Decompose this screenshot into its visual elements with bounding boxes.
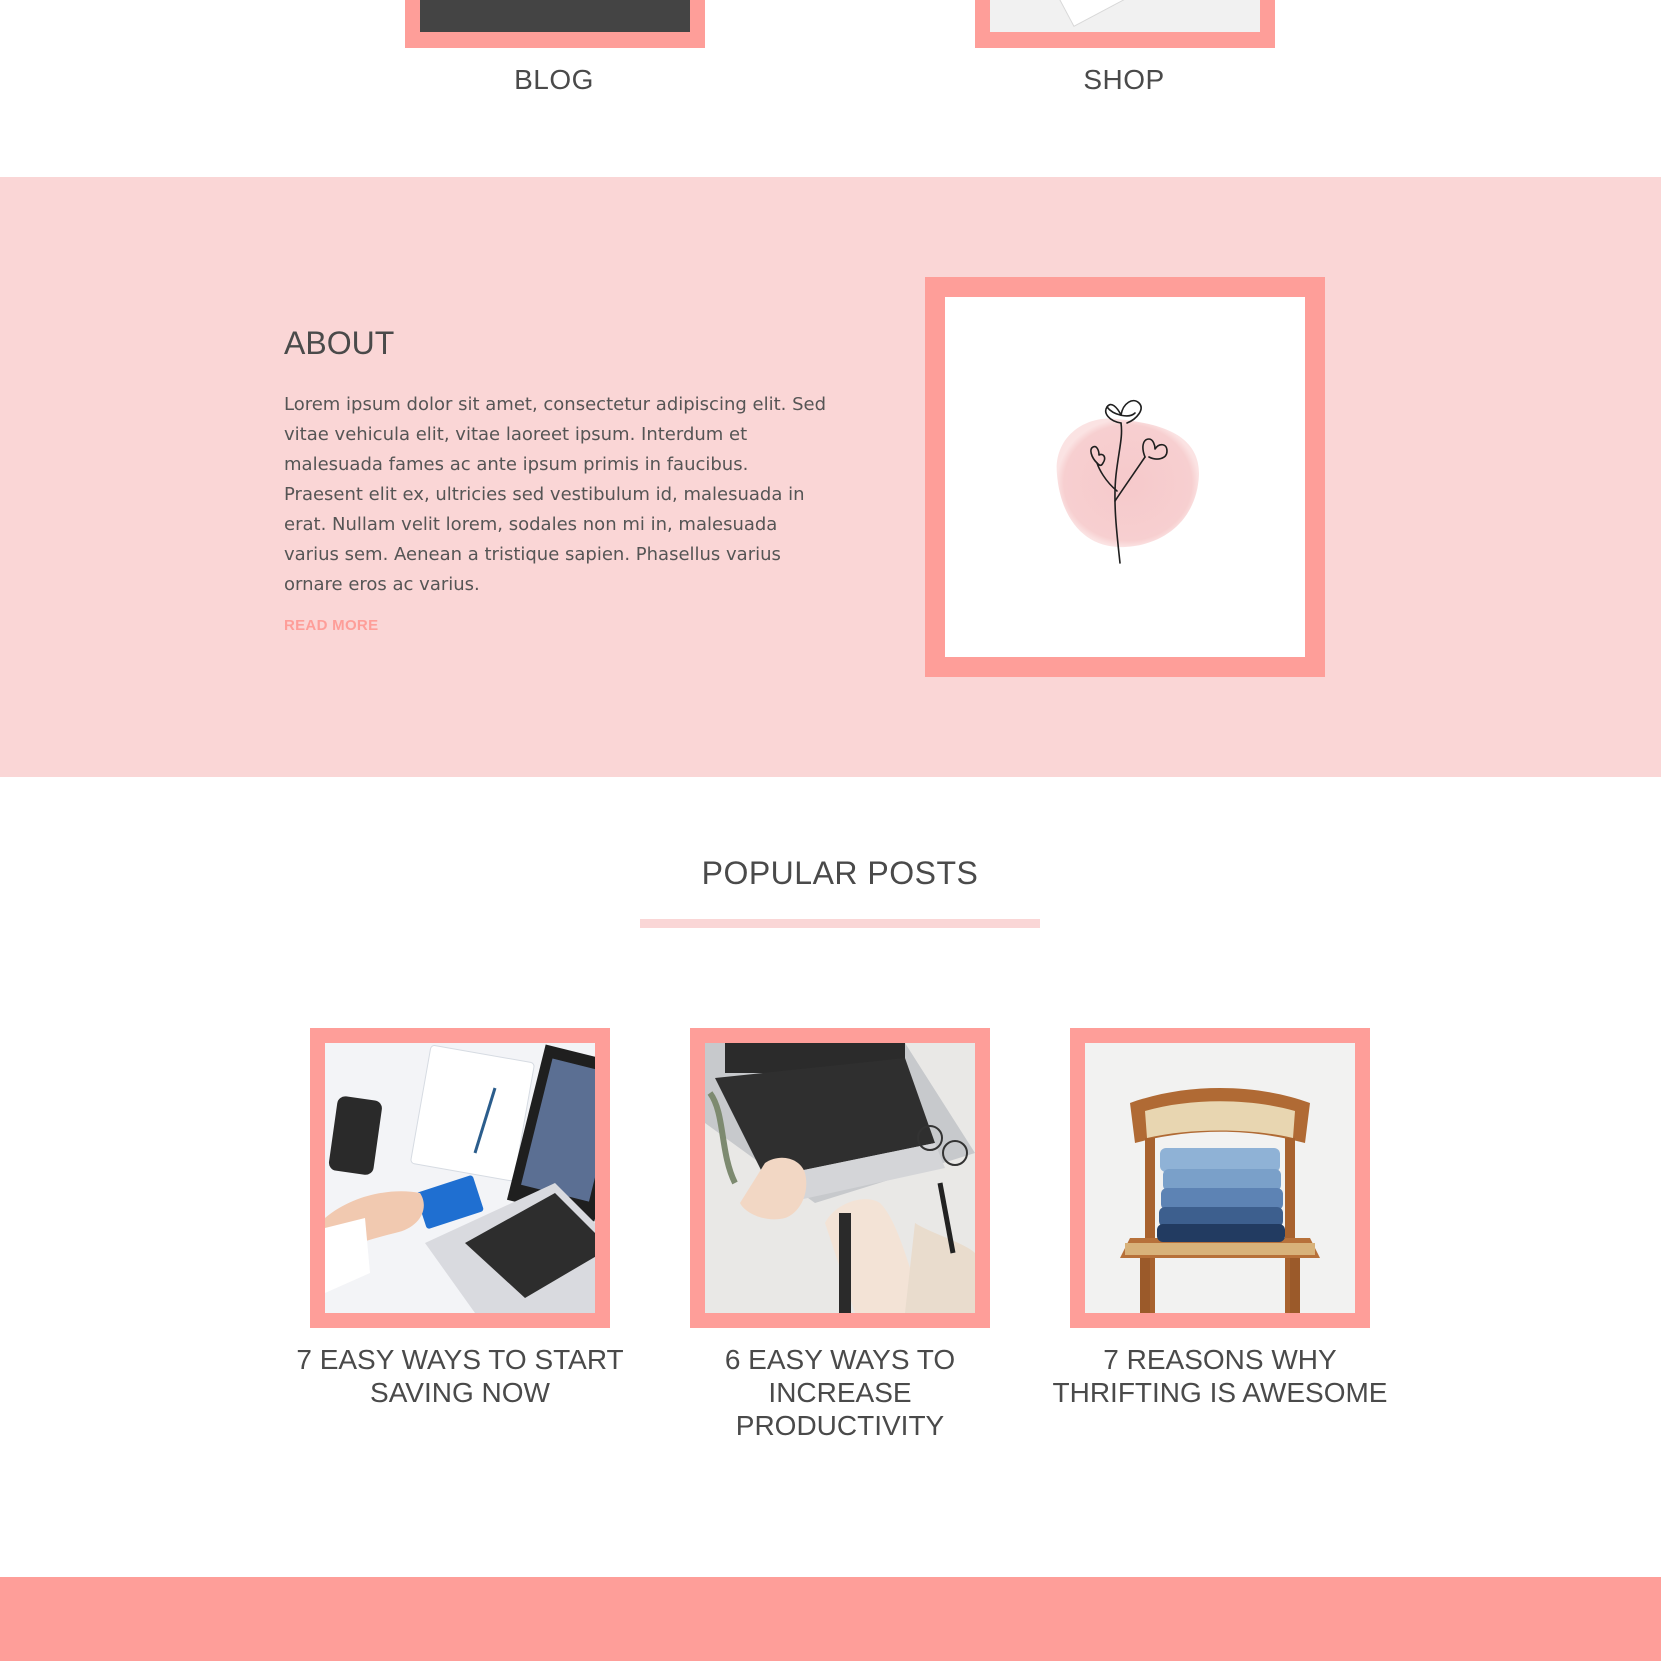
about-section: ABOUT Lorem ipsum dolor sit amet, consec… <box>0 177 1661 777</box>
about-text: Lorem ipsum dolor sit amet, consectetur … <box>284 394 827 595</box>
post-title-saving[interactable]: 7 EASY WAYS TO START SAVING NOW <box>290 1343 630 1409</box>
shop-card-image[interactable] <box>975 0 1275 48</box>
post-image-productivity[interactable] <box>690 1028 990 1328</box>
typing-laptop-photo <box>705 1043 975 1313</box>
shop-card-label[interactable]: SHOP <box>974 64 1274 96</box>
about-image-frame <box>925 277 1325 677</box>
flower-icon <box>1056 399 1200 564</box>
denim-on-chair-photo <box>1085 1043 1355 1313</box>
post-title-thrifting[interactable]: 7 REASONS WHY THRIFTING IS AWESOME <box>1050 1343 1390 1409</box>
title-underline <box>640 919 1040 928</box>
credit-card-laptop-photo <box>325 1043 595 1313</box>
blog-card-image[interactable] <box>405 0 705 48</box>
post-image-thrifting[interactable] <box>1070 1028 1370 1328</box>
post-title-productivity[interactable]: 6 EASY WAYS TO INCREASE PRODUCTIVITY <box>670 1343 1010 1442</box>
notepad-photo <box>990 0 1260 32</box>
laptop-photo <box>420 0 690 32</box>
footer <box>0 1577 1661 1661</box>
read-more-link[interactable]: READ MORE <box>284 617 378 634</box>
popular-posts-title: POPULAR POSTS <box>701 855 979 891</box>
about-title: ABOUT <box>284 325 395 361</box>
post-image-saving[interactable] <box>310 1028 610 1328</box>
flower-illustration <box>945 297 1305 657</box>
blog-card-label[interactable]: BLOG <box>404 64 704 96</box>
